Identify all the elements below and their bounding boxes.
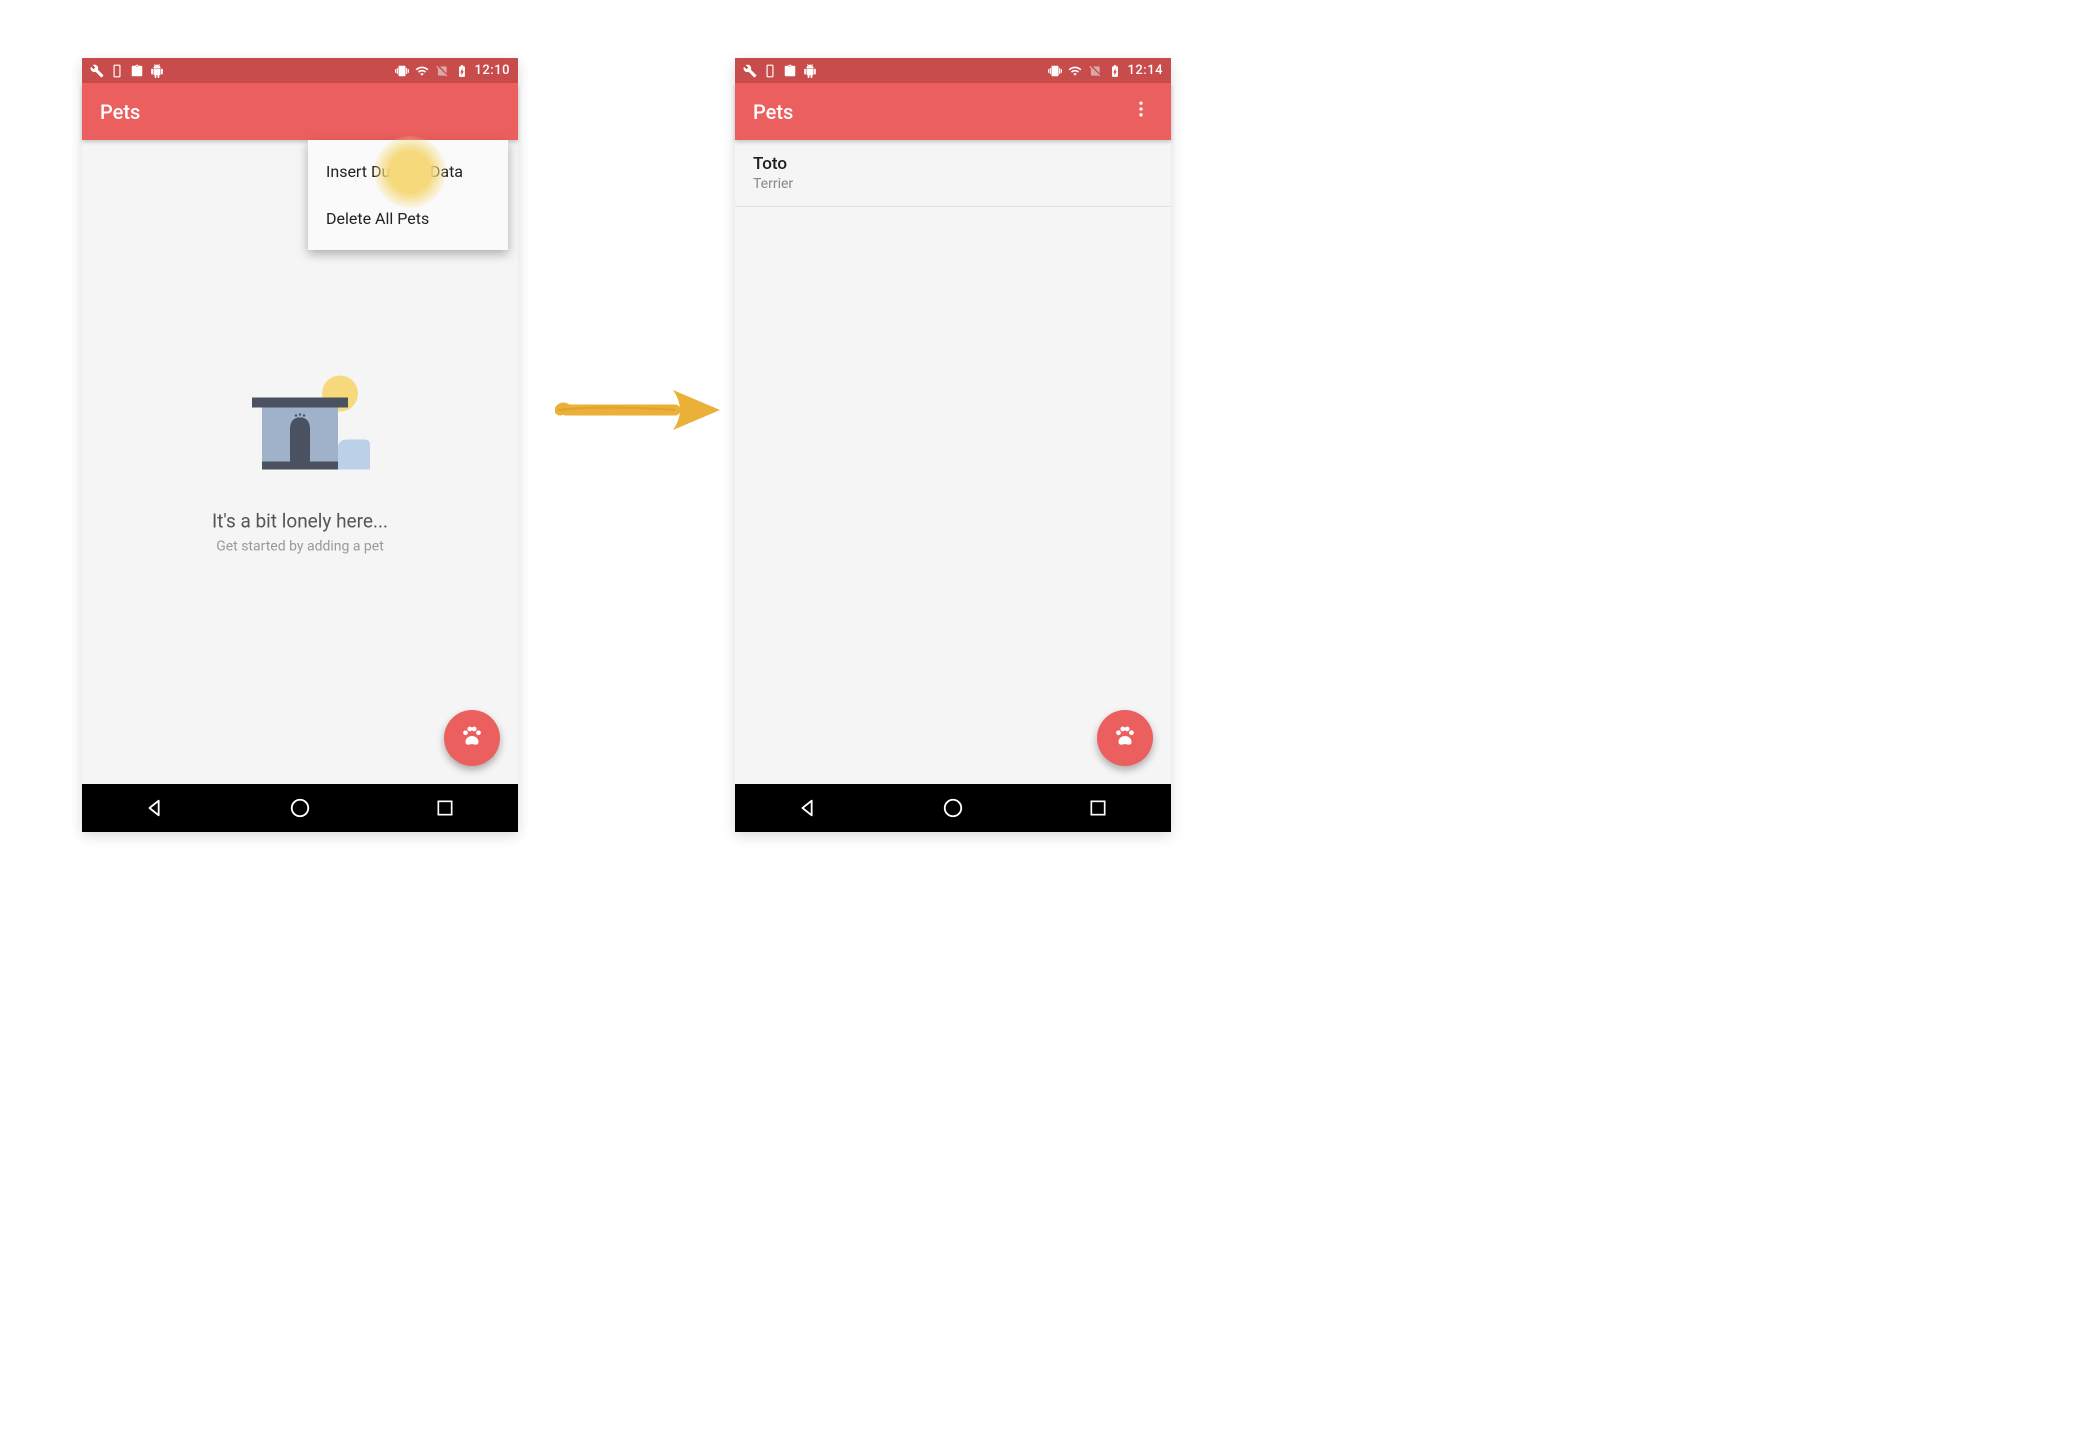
overflow-menu: Insert Dummy Data Delete All Pets — [308, 140, 508, 250]
clipboard-icon — [783, 64, 797, 78]
nav-home-button[interactable] — [903, 784, 1003, 832]
battery-charging-icon — [455, 64, 469, 78]
wrench-icon — [90, 64, 104, 78]
status-right-icons: 12:14 — [1048, 63, 1163, 78]
vibrate-icon — [1048, 64, 1062, 78]
nav-home-button[interactable] — [250, 784, 350, 832]
app-title: Pets — [100, 100, 140, 124]
clipboard-icon — [130, 64, 144, 78]
wifi-icon — [1068, 64, 1082, 78]
paw-icon — [459, 723, 485, 753]
empty-state: It's a bit lonely here... Get started by… — [82, 370, 518, 555]
android-icon — [803, 64, 817, 78]
vibrate-icon — [395, 64, 409, 78]
menu-delete-all-pets[interactable]: Delete All Pets — [308, 195, 508, 242]
status-right-icons: 12:10 — [395, 63, 510, 78]
content-area: Toto Terrier — [735, 140, 1171, 784]
navigation-bar — [82, 784, 518, 832]
nav-recents-button[interactable] — [1048, 784, 1148, 832]
phone-icon — [763, 64, 777, 78]
nav-back-button[interactable] — [105, 784, 205, 832]
add-pet-fab[interactable] — [1097, 710, 1153, 766]
nav-recents-button[interactable] — [395, 784, 495, 832]
nav-back-button[interactable] — [758, 784, 858, 832]
overflow-menu-button[interactable] — [1129, 100, 1153, 124]
action-bar: Pets — [735, 83, 1171, 140]
pet-breed: Terrier — [753, 176, 1153, 192]
wrench-icon — [743, 64, 757, 78]
paw-icon — [1112, 723, 1138, 753]
add-pet-fab[interactable] — [444, 710, 500, 766]
wifi-icon — [415, 64, 429, 78]
status-bar: 12:14 — [735, 58, 1171, 83]
action-bar: Pets — [82, 83, 518, 140]
empty-title: It's a bit lonely here... — [82, 510, 518, 533]
pet-name: Toto — [753, 154, 1153, 174]
doghouse-illustration — [220, 370, 380, 490]
phone-after: 12:14 Pets Toto Terrier — [735, 58, 1171, 832]
phone-icon — [110, 64, 124, 78]
status-time: 12:10 — [475, 63, 510, 78]
menu-insert-dummy-data[interactable]: Insert Dummy Data — [308, 148, 508, 195]
navigation-bar — [735, 784, 1171, 832]
transition-arrow — [555, 380, 725, 440]
status-bar: 12:10 — [82, 58, 518, 83]
more-vert-icon — [1131, 99, 1151, 124]
app-title: Pets — [753, 100, 793, 124]
status-time: 12:14 — [1128, 63, 1163, 78]
phone-before: 12:10 Pets — [82, 58, 518, 832]
no-sim-icon — [1088, 64, 1102, 78]
pet-list-item[interactable]: Toto Terrier — [735, 140, 1171, 207]
status-left-icons — [90, 64, 164, 78]
battery-charging-icon — [1108, 64, 1122, 78]
comparison-canvas: 12:10 Pets — [0, 0, 2076, 1452]
android-icon — [150, 64, 164, 78]
status-left-icons — [743, 64, 817, 78]
empty-subtitle: Get started by adding a pet — [82, 539, 518, 555]
no-sim-icon — [435, 64, 449, 78]
